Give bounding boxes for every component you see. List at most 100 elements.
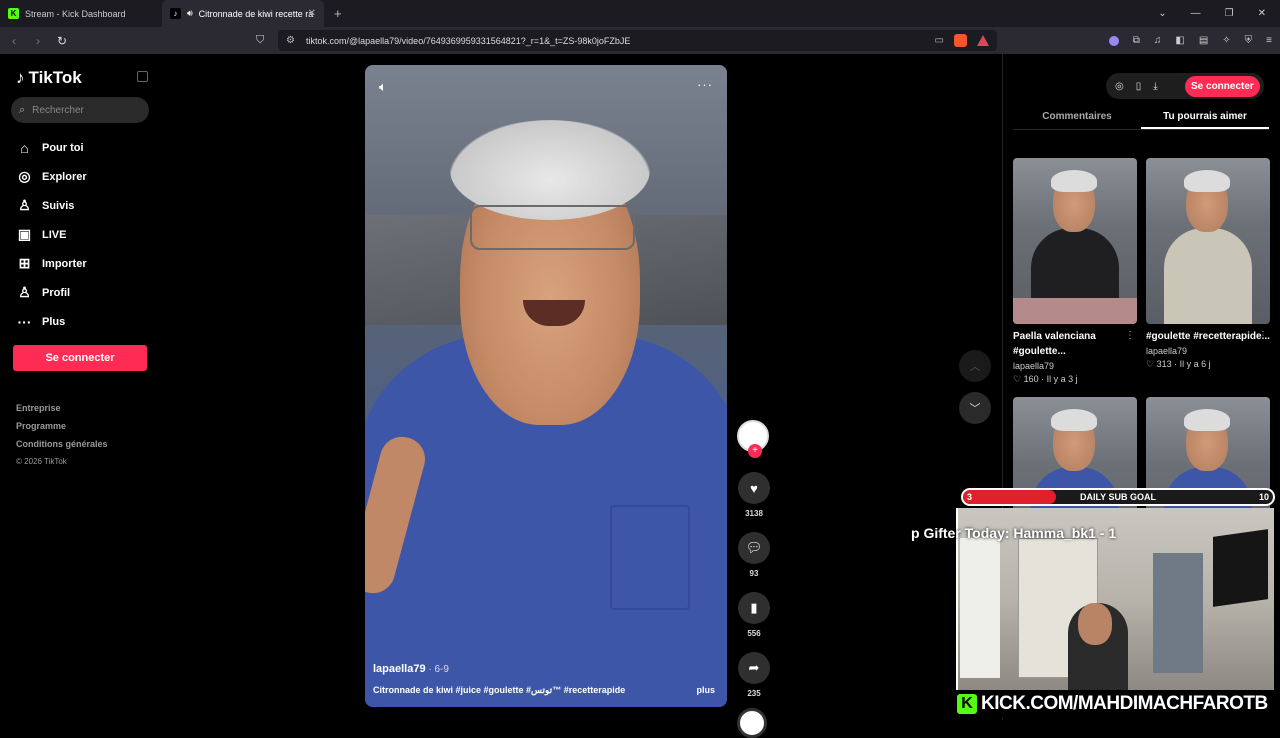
- card-user[interactable]: lapaella79: [1013, 361, 1137, 371]
- profile-icon: ♙: [18, 284, 31, 300]
- sidebar-item-label: Pour toi: [42, 141, 84, 154]
- brave-shield-icon[interactable]: [954, 34, 967, 47]
- video-player[interactable]: 🔈︎ ··· lapaella79 · 6-9 Citronnade de ki…: [365, 65, 727, 707]
- sidebar-item-plus[interactable]: ··· Plus: [16, 307, 87, 336]
- wallet-icon[interactable]: ▤: [1199, 35, 1208, 46]
- share-icon[interactable]: ➦: [738, 652, 770, 684]
- rewards-icon[interactable]: [977, 35, 989, 46]
- new-tab-button[interactable]: +: [334, 6, 342, 21]
- sidebar-item-suivis[interactable]: ♙ Suivis: [16, 191, 87, 220]
- video-thumbnail[interactable]: [1013, 158, 1137, 324]
- tab-kick-dashboard[interactable]: K Stream - Kick Dashboard: [0, 0, 162, 27]
- sub-goal-current: 3: [967, 492, 973, 502]
- sidebar-icon[interactable]: ◧: [1175, 35, 1184, 46]
- collapse-sidebar-icon[interactable]: [137, 71, 148, 82]
- recommended-video-card[interactable]: #goulette #recetterapide... lapaella79 ♡ 3…: [1146, 158, 1270, 370]
- reload-icon[interactable]: ↻: [52, 34, 72, 48]
- next-video-button[interactable]: ﹀: [959, 392, 991, 424]
- address-bar[interactable]: ⚙ tiktok.com/@lapaella79/video/764936995…: [278, 30, 997, 51]
- panel-tabs: Commentaires Tu pourrais aimer: [1013, 106, 1269, 130]
- share-action[interactable]: ➦ 235: [737, 652, 771, 698]
- webcam-tv: [1213, 529, 1268, 607]
- sparkle-icon[interactable]: ✧: [1222, 35, 1230, 46]
- back-icon[interactable]: ‹: [4, 34, 24, 48]
- url-text: tiktok.com/@lapaella79/video/76493699593…: [306, 35, 631, 46]
- sidebar-item-live[interactable]: ▣ LIVE: [16, 220, 87, 249]
- comment-icon[interactable]: 💬︎: [738, 532, 770, 564]
- kick-logo-icon: K: [957, 694, 977, 714]
- creator-avatar[interactable]: +: [737, 420, 769, 458]
- close-tab-icon[interactable]: ✕: [308, 8, 316, 19]
- video-shirt-pocket: [610, 505, 690, 610]
- previous-video-button[interactable]: ︿: [959, 350, 991, 382]
- cast-icon[interactable]: ▭: [935, 35, 944, 46]
- save-count: 556: [747, 629, 761, 638]
- device-icon[interactable]: ▯: [1136, 81, 1142, 92]
- music-disc-icon[interactable]: [737, 708, 767, 738]
- save-action[interactable]: ▮ 556: [737, 592, 771, 638]
- card-user[interactable]: lapaella79: [1146, 346, 1270, 356]
- tab-recommendations[interactable]: Tu pourrais aimer: [1141, 106, 1269, 129]
- copyright: © 2026 TikTok: [16, 457, 67, 466]
- author-name[interactable]: lapaella79: [373, 663, 426, 675]
- card-title[interactable]: #goulette #recetterapide...: [1146, 329, 1270, 344]
- chevron-up-icon: ︿: [969, 361, 981, 373]
- tab-list-icon[interactable]: ⌄: [1158, 8, 1166, 19]
- like-action[interactable]: ♥ 3138: [737, 472, 771, 518]
- site-info-icon[interactable]: ⚙: [286, 35, 295, 46]
- search-icon: ⌕: [19, 103, 26, 116]
- tiktok-logo[interactable]: ♪ TikTok: [16, 68, 82, 88]
- sidebar-item-label: Importer: [42, 257, 87, 270]
- search-box[interactable]: ⌕: [11, 97, 149, 123]
- separator: ·: [1171, 359, 1180, 369]
- maximize-icon[interactable]: ❐: [1225, 8, 1234, 19]
- volume-icon[interactable]: 🔈︎: [379, 79, 387, 95]
- sidebar-nav: ⌂ Pour toi ◎ Explorer ♙ Suivis ▣ LIVE ⊞ Importer ♙…: [16, 133, 87, 336]
- card-stats: ♡ 160 · Il y a 3 j: [1013, 374, 1137, 385]
- sidebar-signin-button[interactable]: Se connecter: [13, 345, 147, 371]
- card-menu-icon[interactable]: ⋮: [1125, 330, 1135, 341]
- card-title[interactable]: Paella valenciana #goulette...: [1013, 329, 1137, 359]
- header-signin-button[interactable]: Se connecter: [1185, 76, 1260, 97]
- coin-icon[interactable]: ◎: [1115, 81, 1124, 92]
- search-input[interactable]: [32, 104, 133, 116]
- download-icon[interactable]: ⤓: [1153, 81, 1157, 92]
- sub-goal-bar: DAILY SUB GOAL 3 10: [961, 488, 1275, 506]
- vpn-icon[interactable]: ⛨: [1245, 35, 1253, 46]
- description-more-link[interactable]: plus: [696, 685, 715, 695]
- sidebar-item-profil[interactable]: ♙ Profil: [16, 278, 87, 307]
- tab-comments[interactable]: Commentaires: [1013, 106, 1141, 129]
- video-more-icon[interactable]: ···: [697, 77, 713, 92]
- tab-title: Stream - Kick Dashboard: [25, 8, 126, 19]
- music-icon[interactable]: ♫: [1154, 35, 1162, 46]
- sub-goal-target: 10: [1258, 492, 1269, 502]
- sidebar-item-importer[interactable]: ⊞ Importer: [16, 249, 87, 278]
- puzzle-icon[interactable]: ⧉: [1133, 35, 1140, 46]
- sidebar-item-pour-toi[interactable]: ⌂ Pour toi: [16, 133, 87, 162]
- video-person-glasses: [470, 205, 635, 250]
- footer-link-business[interactable]: Entreprise: [16, 399, 108, 417]
- card-age: Il y a 3 j: [1046, 374, 1078, 384]
- comment-action[interactable]: 💬︎ 93: [737, 532, 771, 578]
- recommended-video-card[interactable]: Paella valenciana #goulette... lapaella79…: [1013, 158, 1137, 385]
- follow-plus-icon[interactable]: +: [748, 444, 762, 458]
- webcam-window: [960, 538, 1000, 678]
- tab-tiktok-video[interactable]: ♪ 🔊︎ Citronnade de kiwi recette ra ✕: [162, 0, 324, 27]
- video-author[interactable]: lapaella79 · 6-9: [373, 663, 449, 675]
- bookmark-icon[interactable]: ▮: [738, 592, 770, 624]
- card-age: Il y a 6 j: [1179, 359, 1211, 369]
- heart-icon[interactable]: ♥: [738, 472, 770, 504]
- footer-link-program[interactable]: Programme: [16, 417, 108, 435]
- video-thumbnail[interactable]: [1146, 158, 1270, 324]
- footer-link-terms[interactable]: Conditions générales: [16, 435, 108, 453]
- sidebar-item-explorer[interactable]: ◎ Explorer: [16, 162, 86, 191]
- minimize-icon[interactable]: —: [1191, 8, 1201, 19]
- sidebar-footer: Entreprise Programme Conditions générale…: [16, 399, 108, 471]
- card-menu-icon[interactable]: ⋮: [1258, 330, 1268, 341]
- menu-icon[interactable]: ≡: [1266, 35, 1272, 46]
- forward-icon[interactable]: ›: [28, 34, 48, 48]
- close-window-icon[interactable]: ✕: [1258, 8, 1266, 19]
- video-date: · 6-9: [425, 664, 449, 675]
- extension-icon[interactable]: [1108, 35, 1119, 46]
- bookmark-icon[interactable]: ⛉: [256, 34, 264, 47]
